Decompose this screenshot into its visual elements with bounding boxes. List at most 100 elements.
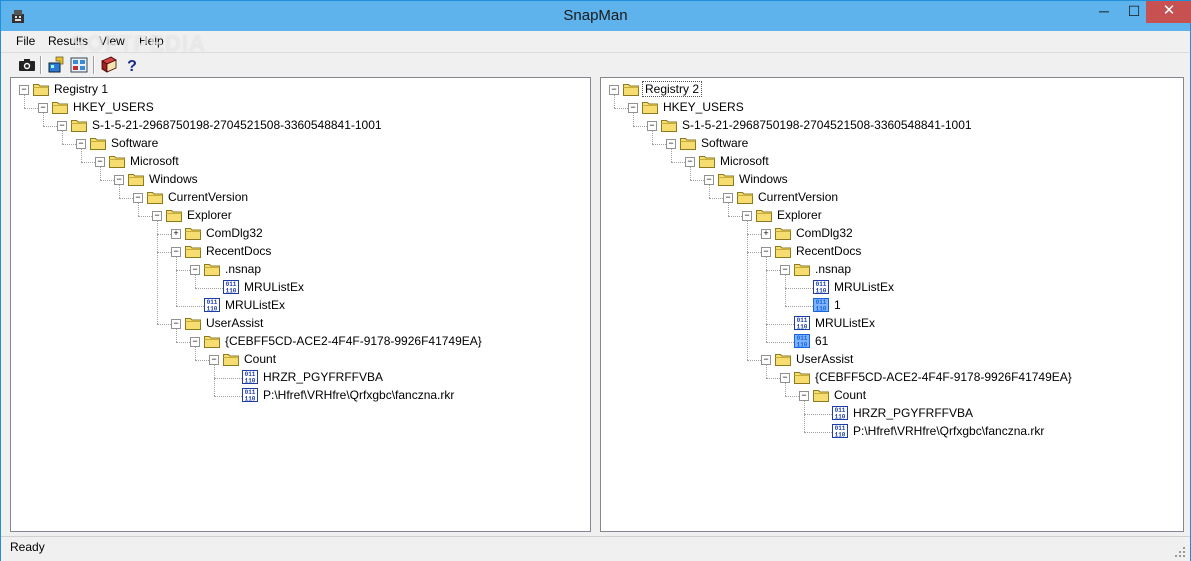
tree-node-label: 61 — [815, 334, 829, 348]
tree-node-label: Windows — [739, 172, 788, 186]
collapse-icon[interactable]: − — [133, 193, 143, 203]
tree-connector — [785, 275, 786, 306]
collapse-icon[interactable]: − — [171, 319, 181, 329]
folder-icon — [775, 244, 791, 258]
menu-help[interactable]: Help — [138, 34, 165, 48]
tree-node-label: ComDlg32 — [796, 226, 853, 240]
app-window: SnapMan ─ ☐ ✕ File Results View Help SOF… — [0, 0, 1191, 561]
collapse-icon[interactable]: − — [609, 85, 619, 95]
right-registry-tree[interactable]: − Registry 2− HKEY_USERS − S-1-5-21-29687501… — [600, 77, 1184, 532]
left-registry-tree[interactable]: − Registry 1− HKEY_USERS − S-1-5-21-29687501… — [10, 77, 591, 532]
collapse-icon[interactable]: − — [761, 247, 771, 257]
collapse-icon[interactable]: − — [742, 211, 752, 221]
collapse-icon[interactable]: − — [209, 355, 219, 365]
camera-icon[interactable] — [17, 55, 37, 75]
collapse-icon[interactable]: − — [761, 355, 771, 365]
tree-connector — [709, 198, 723, 199]
tree-connector — [157, 324, 171, 325]
collapse-icon[interactable]: − — [38, 103, 48, 113]
svg-text:110: 110 — [835, 413, 846, 420]
svg-text:110: 110 — [245, 395, 256, 402]
collapse-icon[interactable]: − — [95, 157, 105, 167]
expand-icon[interactable]: + — [761, 229, 771, 239]
folder-icon — [775, 352, 791, 366]
menu-view[interactable]: View — [98, 34, 126, 48]
tree-node-label: Software — [701, 136, 749, 150]
folder-icon — [794, 262, 810, 276]
menu-results[interactable]: Results — [47, 34, 89, 48]
tree-node-label: HRZR_PGYFRFFVBA — [853, 406, 974, 420]
tree-node-label: CurrentVersion — [168, 190, 249, 204]
folder-icon — [623, 82, 639, 96]
tree-connector — [804, 401, 805, 432]
folder-icon — [185, 316, 201, 330]
tree-connector — [766, 365, 767, 378]
tree-connector — [747, 234, 761, 235]
title-bar[interactable]: SnapMan ─ ☐ ✕ — [1, 1, 1191, 31]
menu-bar: File Results View Help — [1, 31, 1190, 51]
collapse-icon[interactable]: − — [171, 247, 181, 257]
tree-connector — [195, 347, 196, 360]
collapse-icon[interactable]: − — [57, 121, 67, 131]
tree-connector — [81, 162, 95, 163]
collapse-icon[interactable]: − — [628, 103, 638, 113]
tree-connector — [766, 324, 794, 325]
collapse-icon[interactable]: − — [76, 139, 86, 149]
folder-icon — [642, 100, 658, 114]
collapse-icon[interactable]: − — [647, 121, 657, 131]
collapse-icon[interactable]: − — [704, 175, 714, 185]
tree-node-label: .nsnap — [815, 262, 852, 276]
collapse-icon[interactable]: − — [114, 175, 124, 185]
tree-node-label: HKEY_USERS — [73, 100, 154, 114]
svg-text:?: ? — [127, 58, 137, 75]
collapse-icon[interactable]: − — [685, 157, 695, 167]
collapse-icon[interactable]: − — [190, 337, 200, 347]
tree-connector — [652, 144, 666, 145]
tree-node-label: 1 — [834, 298, 841, 312]
tree-connector — [785, 288, 813, 289]
tree-connector — [43, 126, 57, 127]
folder-icon — [185, 244, 201, 258]
tree-connector — [728, 203, 729, 216]
tree-node-label: Registry 1 — [54, 82, 109, 96]
collapse-icon[interactable]: − — [780, 373, 790, 383]
tree-node-label: Registry 2 — [642, 81, 703, 97]
tree-node-label: Explorer — [187, 208, 232, 222]
collapse-icon[interactable]: − — [666, 139, 676, 149]
window-title: SnapMan — [563, 7, 628, 24]
collapse-icon[interactable]: − — [190, 265, 200, 275]
tree-connector — [119, 185, 120, 198]
help-icon[interactable]: ? — [122, 55, 142, 75]
folder-icon — [71, 118, 87, 132]
snapshot-icon[interactable] — [46, 55, 66, 75]
close-button[interactable]: ✕ — [1146, 1, 1191, 23]
folder-icon — [737, 190, 753, 204]
tree-connector — [804, 414, 832, 415]
resize-grip-icon[interactable] — [1174, 546, 1186, 558]
tree-node-label: Microsoft — [130, 154, 179, 168]
tree-node-label: P:\Hfref\VRHfre\Qrfxgbc\fanczna.rkr — [853, 424, 1045, 438]
tree-node-label: RecentDocs — [796, 244, 862, 258]
collapse-icon[interactable]: − — [780, 265, 790, 275]
collapse-icon[interactable]: − — [152, 211, 162, 221]
book-icon[interactable] — [99, 55, 119, 75]
tree-connector — [766, 378, 780, 379]
folder-icon — [109, 154, 125, 168]
tree-connector — [176, 306, 204, 307]
svg-text:110: 110 — [245, 377, 256, 384]
tree-connector — [81, 149, 82, 162]
tree-connector — [24, 95, 25, 108]
compare-icon[interactable] — [69, 55, 89, 75]
collapse-icon[interactable]: − — [19, 85, 29, 95]
binary-value-icon: 011 110 — [242, 388, 258, 402]
collapse-icon[interactable]: − — [723, 193, 733, 203]
tree-connector — [119, 198, 133, 199]
collapse-icon[interactable]: − — [799, 391, 809, 401]
minimize-button[interactable]: ─ — [1087, 1, 1121, 23]
tree-node-label: Count — [244, 352, 277, 366]
expand-icon[interactable]: + — [171, 229, 181, 239]
tree-node-label: .nsnap — [225, 262, 262, 276]
menu-file[interactable]: File — [15, 34, 36, 48]
toolbar-separator — [93, 56, 95, 74]
folder-icon — [90, 136, 106, 150]
